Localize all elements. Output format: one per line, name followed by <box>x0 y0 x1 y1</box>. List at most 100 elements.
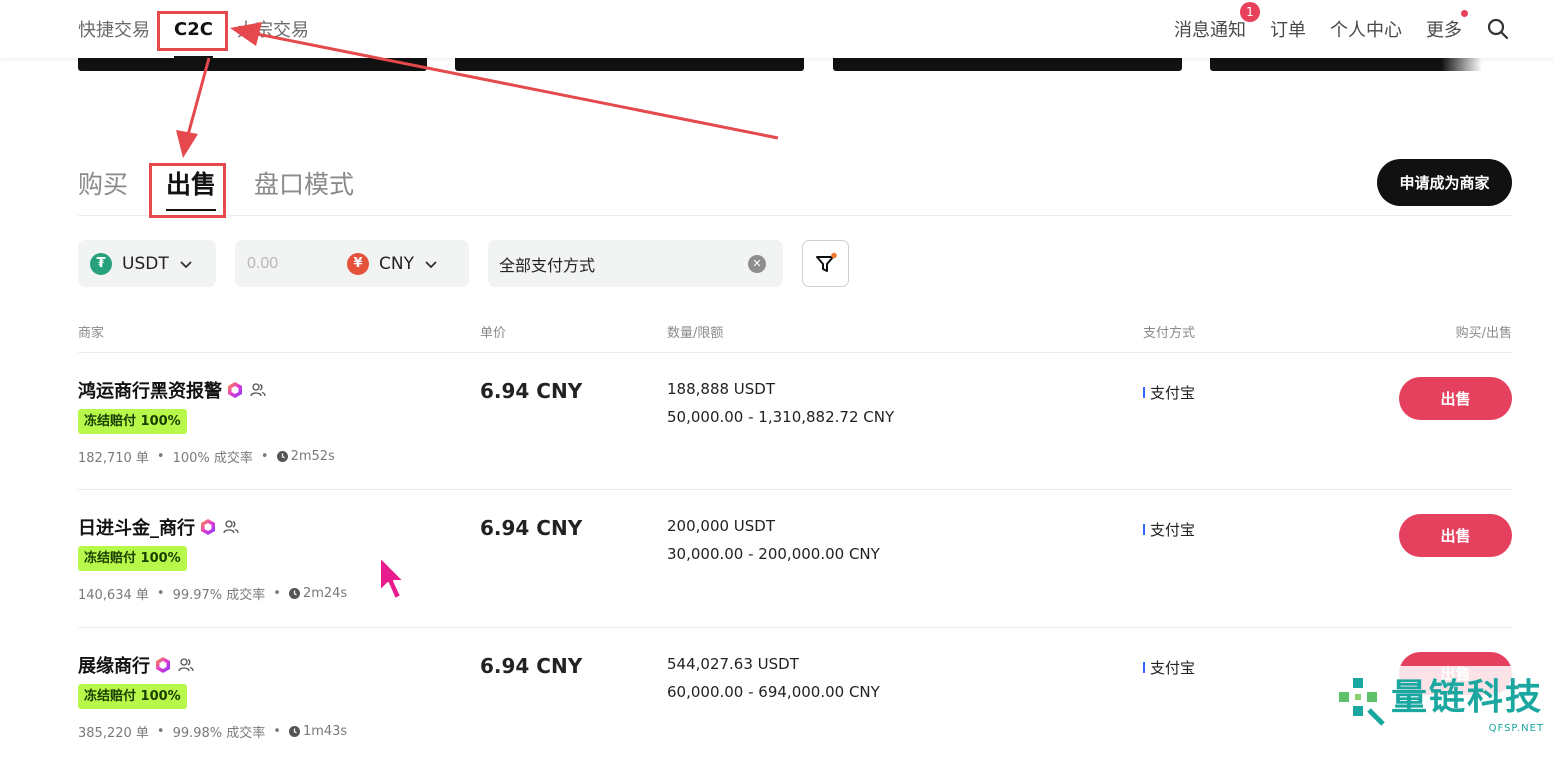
filter-icon <box>815 252 837 272</box>
merchant-stats: 182,710 单 • 100% 成交率 • 2m52s <box>78 447 335 466</box>
merchant-name-text: 鸿运商行黑资报警 <box>78 381 222 402</box>
usdt-icon: ₮ <box>90 252 112 275</box>
users-icon <box>250 383 266 397</box>
order-count: 385,220 单 <box>78 726 149 741</box>
mouse-cursor-icon <box>379 556 405 600</box>
order-limit: 50,000.00 - 1,310,882.72 CNY <box>667 408 895 426</box>
separator-dot: • <box>260 449 269 464</box>
separator-dot: • <box>156 586 165 601</box>
merchant-stats: 385,220 单 • 99.98% 成交率 • 1m43s <box>78 722 347 741</box>
banner-card[interactable] <box>1210 58 1482 71</box>
unit-price: 6.94 CNY <box>480 379 583 403</box>
annotation-box-sell <box>149 163 226 218</box>
chevron-down-icon <box>180 260 192 268</box>
order-count: 182,710 单 <box>78 451 149 466</box>
tab-orderbook-mode[interactable]: 盘口模式 <box>254 165 354 211</box>
users-icon <box>178 658 194 672</box>
order-limit: 30,000.00 - 200,000.00 CNY <box>667 545 880 563</box>
col-header-amount: 数量/限额 <box>667 326 724 341</box>
payment-method: 支付宝 <box>1143 657 1195 678</box>
completion-rate: 99.98% 成交率 <box>172 726 266 741</box>
banner-card[interactable] <box>78 58 427 71</box>
payment-value: 全部支付方式 <box>499 255 596 275</box>
col-header-merchant: 商家 <box>78 326 105 341</box>
apply-merchant-button[interactable]: 申请成为商家 <box>1377 159 1512 206</box>
filter-button[interactable] <box>802 240 849 287</box>
fiat-value[interactable]: CNY <box>379 254 414 274</box>
merchant-name[interactable]: 日进斗金_商行 <box>78 514 239 540</box>
separator-dot: • <box>156 724 165 739</box>
separator-dot: • <box>156 449 165 464</box>
search-icon[interactable] <box>1486 17 1510 41</box>
available-quantity: 200,000 USDT <box>667 517 776 535</box>
payment-method: 支付宝 <box>1143 382 1195 403</box>
banner-card[interactable] <box>833 58 1182 71</box>
nav-link-notifications[interactable]: 消息通知 1 <box>1174 2 1260 42</box>
clock-icon <box>288 726 300 737</box>
nav-tab-block-trade[interactable]: 大宗交易 <box>237 16 309 42</box>
sell-button[interactable]: 出售 <box>1399 377 1512 420</box>
amount-filter: ¥ CNY <box>235 240 469 287</box>
watermark: 量链科技 QFSP.NET <box>1329 666 1554 736</box>
annotation-box-c2c <box>157 11 228 51</box>
chevron-down-icon[interactable] <box>424 257 438 271</box>
verified-badge-icon <box>228 382 242 398</box>
clock-icon <box>276 451 288 462</box>
notifications-label: 消息通知 <box>1174 20 1246 41</box>
merchant-name[interactable]: 鸿运商行黑资报警 <box>78 377 266 403</box>
release-time: 2m24s <box>302 586 348 601</box>
merchant-name-text: 展缘商行 <box>78 656 150 677</box>
payment-method-text: 支付宝 <box>1150 384 1196 402</box>
nav-links: 消息通知 1 订单 个人中心 更多 <box>1150 0 1510 58</box>
coin-select[interactable]: ₮ USDT <box>78 240 216 287</box>
payment-select[interactable]: 全部支付方式 ✕ <box>488 240 783 287</box>
tabs-divider <box>78 215 1512 216</box>
top-navbar: 快捷交易 C2C 大宗交易 消息通知 1 订单 个人中心 更多 <box>0 0 1554 58</box>
available-quantity: 188,888 USDT <box>667 380 776 398</box>
trade-tabs: 购买 出售 盘口模式 <box>78 165 392 211</box>
compensation-tag: 冻结赔付 100% <box>78 684 187 709</box>
payment-method-text: 支付宝 <box>1150 521 1196 539</box>
nav-link-more[interactable]: 更多 <box>1426 10 1468 42</box>
clock-icon <box>288 588 300 599</box>
release-time: 2m52s <box>290 449 335 464</box>
merchant-name-text: 日进斗金_商行 <box>78 518 195 539</box>
verified-badge-icon <box>201 519 215 535</box>
payment-color-bar <box>1143 662 1145 673</box>
nav-link-orders[interactable]: 订单 <box>1270 16 1306 42</box>
banner-card[interactable] <box>455 58 804 71</box>
col-header-payment: 支付方式 <box>1143 326 1196 341</box>
unit-price: 6.94 CNY <box>480 516 583 540</box>
merchant-name[interactable]: 展缘商行 <box>78 652 194 678</box>
tab-buy[interactable]: 购买 <box>78 165 128 211</box>
col-header-price: 单价 <box>480 326 507 341</box>
clear-icon[interactable]: ✕ <box>748 254 766 273</box>
payment-color-bar <box>1143 524 1145 535</box>
release-time: 1m43s <box>302 724 348 739</box>
coin-value: USDT <box>122 253 169 274</box>
cny-icon: ¥ <box>347 252 369 275</box>
verified-badge-icon <box>156 657 170 673</box>
payment-method-text: 支付宝 <box>1150 659 1196 677</box>
order-count: 140,634 单 <box>78 588 149 603</box>
more-label: 更多 <box>1426 20 1462 41</box>
table-row: 展缘商行 冻结赔付 100% 385,220 单 • 99.98% 成交率 • … <box>78 627 1512 765</box>
watermark-sub: QFSP.NET <box>1488 723 1544 734</box>
col-header-action: 购买/出售 <box>1455 326 1512 341</box>
more-red-dot <box>1461 10 1468 17</box>
nav-tab-quick-trade[interactable]: 快捷交易 <box>78 16 150 42</box>
unit-price: 6.94 CNY <box>480 654 583 678</box>
payment-color-bar <box>1143 387 1145 398</box>
watermark-text: 量链科技 <box>1391 677 1544 718</box>
nav-link-profile[interactable]: 个人中心 <box>1330 16 1402 42</box>
users-icon <box>223 520 239 534</box>
compensation-tag: 冻结赔付 100% <box>78 546 187 571</box>
order-limit: 60,000.00 - 694,000.00 CNY <box>667 683 880 701</box>
watermark-logo-icon <box>1339 678 1385 726</box>
payment-method: 支付宝 <box>1143 519 1195 540</box>
table-row: 鸿运商行黑资报警 冻结赔付 100% 182,710 单 • 100% 成交率 … <box>78 352 1512 490</box>
sell-button[interactable]: 出售 <box>1399 514 1512 557</box>
separator-dot: • <box>273 724 281 739</box>
table-row: 日进斗金_商行 冻结赔付 100% 140,634 单 • 99.97% 成交率… <box>78 489 1512 627</box>
amount-input[interactable] <box>245 253 347 274</box>
